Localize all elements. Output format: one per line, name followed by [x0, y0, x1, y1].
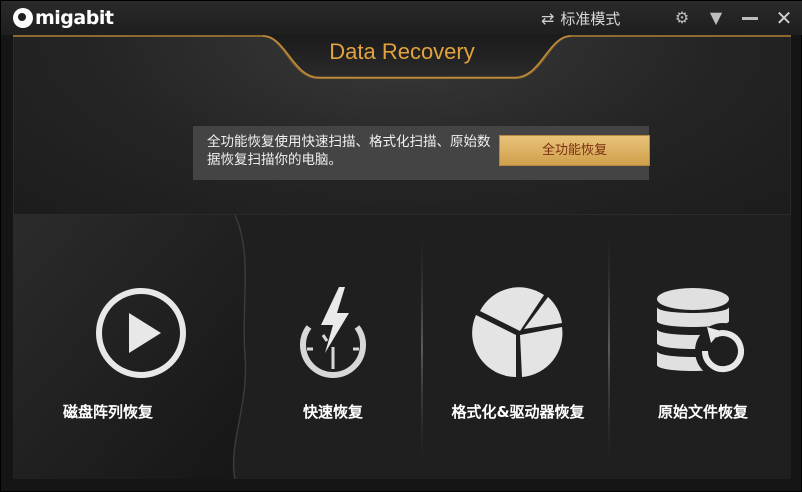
format-drive-recovery-button[interactable]: 格式化&驱动器恢复 [433, 215, 603, 479]
pie-chart-icon [472, 287, 563, 377]
feature-label: 磁盘阵列恢复 [63, 403, 154, 421]
raid-recovery-button[interactable]: 磁盘阵列恢复 [43, 215, 239, 479]
full-recovery-description: 全功能恢复使用快速扫描、格式化扫描、原始数据恢复扫描你的电脑。 [207, 134, 491, 168]
feature-label: 格式化&驱动器恢复 [451, 403, 585, 421]
feature-label: 原始文件恢复 [657, 403, 748, 421]
play-circle-icon [96, 288, 186, 378]
lightning-stopwatch-icon [300, 287, 366, 378]
database-restore-icon [657, 288, 751, 379]
app-window: migabit ⇄ 标准模式 ⚙ ▼ ✕ Data Recovery 全功能恢复… [0, 0, 802, 492]
quick-recovery-button[interactable]: 快速恢复 [253, 215, 413, 479]
raw-file-recovery-button[interactable]: 原始文件恢复 [623, 215, 783, 479]
page-title: Data Recovery [329, 39, 475, 64]
feature-label: 快速恢复 [302, 403, 363, 421]
feature-panel: 磁盘阵列恢复 快速恢复 格式化&驱动器恢复 原始文件恢复 [13, 215, 791, 479]
full-recovery-info-box: 全功能恢复使用快速扫描、格式化扫描、原始数据恢复扫描你的电脑。 全功能恢复 [193, 126, 650, 180]
full-recovery-button[interactable]: 全功能恢复 [499, 135, 650, 166]
